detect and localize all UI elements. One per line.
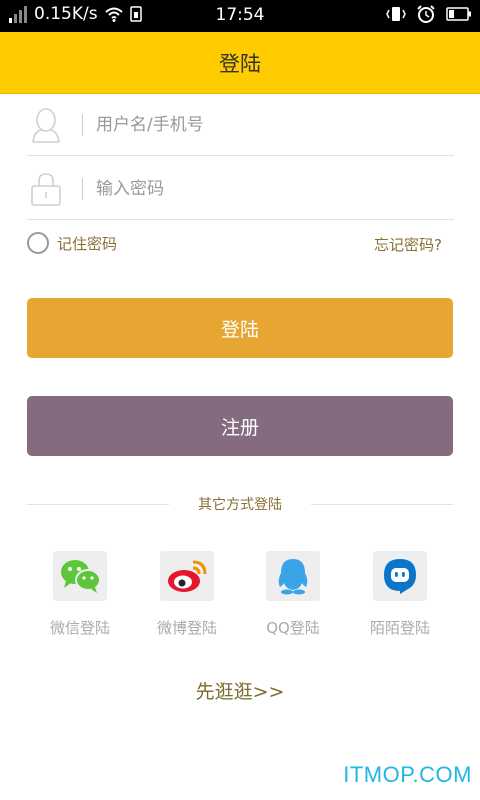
username-row: [27, 94, 454, 156]
lock-icon: [27, 169, 65, 209]
wechat-login[interactable]: 微信登陆: [35, 551, 125, 638]
remember-label: 记住密码: [57, 234, 118, 253]
remember-password[interactable]: 记住密码: [27, 232, 117, 254]
forgot-password-link[interactable]: 忘记密码?: [374, 234, 442, 255]
browse-link[interactable]: 先逛逛>>: [0, 677, 480, 704]
divider-line-right: [311, 504, 453, 505]
weibo-icon[interactable]: [160, 551, 214, 601]
alarm-clock-icon: [417, 5, 435, 23]
qq-icon[interactable]: [266, 551, 320, 601]
weibo-login-label: 微博登陆: [156, 619, 217, 637]
watermark: ITMOP.COM: [343, 762, 472, 787]
weibo-login[interactable]: 微博登陆: [142, 551, 232, 638]
register-button[interactable]: 注册: [27, 396, 453, 456]
user-icon: [27, 105, 65, 145]
momo-login[interactable]: 陌陌登陆: [355, 551, 445, 638]
password-separator: [82, 177, 83, 200]
other-login-divider: 其它方式登陆: [27, 493, 453, 515]
momo-icon[interactable]: [373, 551, 427, 601]
wechat-login-label: 微信登陆: [49, 619, 110, 637]
username-input[interactable]: [96, 114, 416, 135]
wechat-icon[interactable]: [53, 551, 107, 601]
remember-radio[interactable]: [27, 232, 49, 254]
username-separator: [82, 113, 83, 136]
password-row: [27, 158, 454, 220]
battery-icon: [446, 7, 471, 21]
vibrate-icon: [386, 7, 406, 21]
header-bar: 登陆: [0, 32, 480, 94]
qq-login[interactable]: QQ登陆: [248, 551, 338, 638]
qq-login-label: QQ登陆: [266, 619, 320, 637]
password-input[interactable]: [96, 178, 416, 199]
momo-login-label: 陌陌登陆: [369, 619, 430, 637]
page-title: 登陆: [219, 51, 261, 76]
status-bar: 0.15K/s 17:54: [0, 0, 480, 32]
login-button[interactable]: 登陆: [27, 298, 453, 358]
